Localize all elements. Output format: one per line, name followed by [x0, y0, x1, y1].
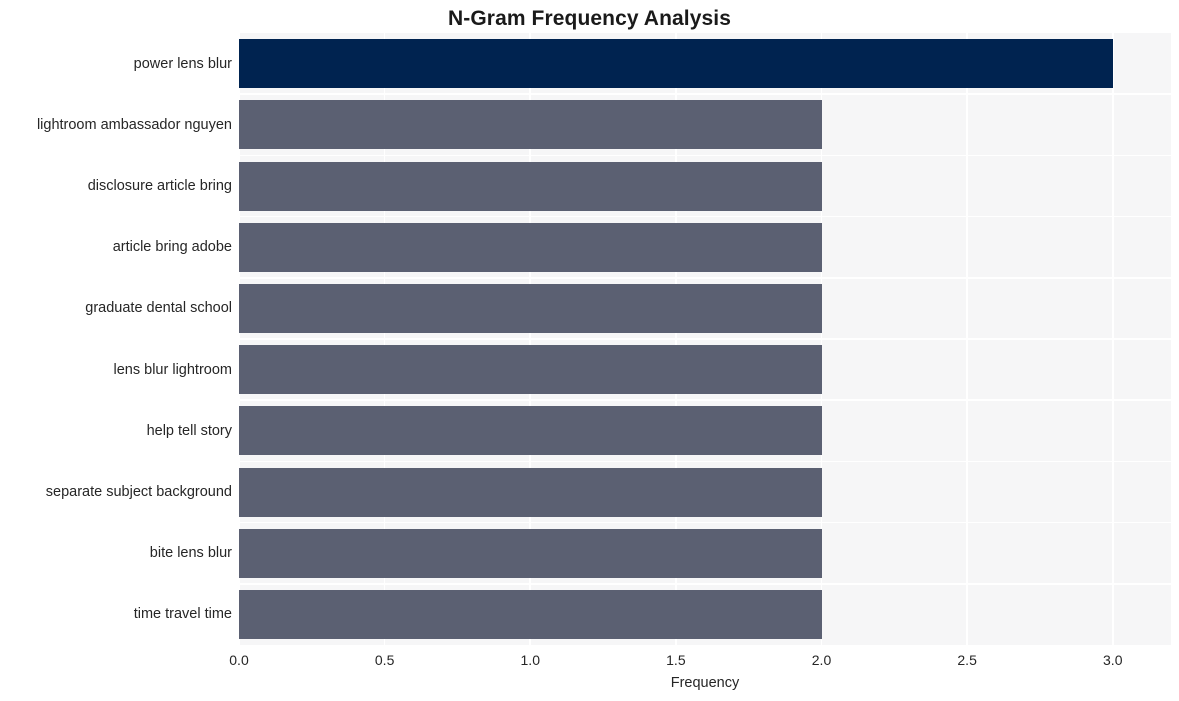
bar — [239, 406, 822, 456]
plot-area — [239, 33, 1171, 645]
y-axis-label: disclosure article bring — [87, 178, 232, 194]
bar — [239, 222, 822, 272]
x-axis-tick-label: 1.0 — [520, 652, 540, 668]
y-axis-label: separate subject background — [45, 484, 232, 500]
gridline-horizontal — [239, 338, 1171, 340]
bar — [239, 283, 822, 333]
y-axis-label: article bring adobe — [112, 239, 232, 256]
y-axis-label: lens blur lightroom — [113, 361, 232, 378]
gridline-horizontal — [239, 277, 1171, 279]
x-axis-tick-label: 2.0 — [811, 652, 832, 668]
bar — [239, 467, 822, 517]
x-axis-tick-label: 1.5 — [666, 652, 686, 668]
gridline-horizontal — [239, 154, 1171, 157]
gridline-horizontal — [239, 460, 1171, 463]
gridline-horizontal — [239, 93, 1171, 95]
gridline-horizontal — [239, 215, 1171, 218]
bar — [239, 345, 822, 395]
y-axis-label: power lens blur — [133, 55, 232, 72]
gridline-horizontal — [239, 399, 1171, 401]
y-axis-label: time travel time — [133, 606, 232, 623]
ngram-frequency-chart: N-Gram Frequency Analysis power lens blu… — [0, 0, 1179, 701]
bar — [239, 39, 1113, 89]
x-axis-tick-label: 3.0 — [1103, 652, 1123, 668]
x-axis-tick-label: 0.0 — [229, 652, 249, 668]
bar — [239, 100, 822, 150]
y-axis-category-labels: power lens blur lightroom ambassador nguy… — [0, 33, 232, 645]
y-axis-label: graduate dental school — [85, 300, 232, 317]
y-axis-label: help tell story — [146, 422, 232, 439]
x-axis-tick-label: 2.5 — [957, 652, 977, 668]
gridline-horizontal — [239, 521, 1171, 524]
x-axis-tick-label: 0.5 — [374, 652, 395, 668]
bar — [239, 161, 822, 211]
chart-title: N-Gram Frequency Analysis — [448, 7, 731, 30]
x-axis-title: Frequency — [670, 675, 740, 691]
y-axis-label: lightroom ambassador nguyen — [36, 116, 232, 133]
gridline-horizontal — [239, 583, 1171, 585]
bar — [239, 589, 822, 639]
y-axis-label: bite lens blur — [149, 545, 232, 562]
bar — [239, 528, 822, 578]
